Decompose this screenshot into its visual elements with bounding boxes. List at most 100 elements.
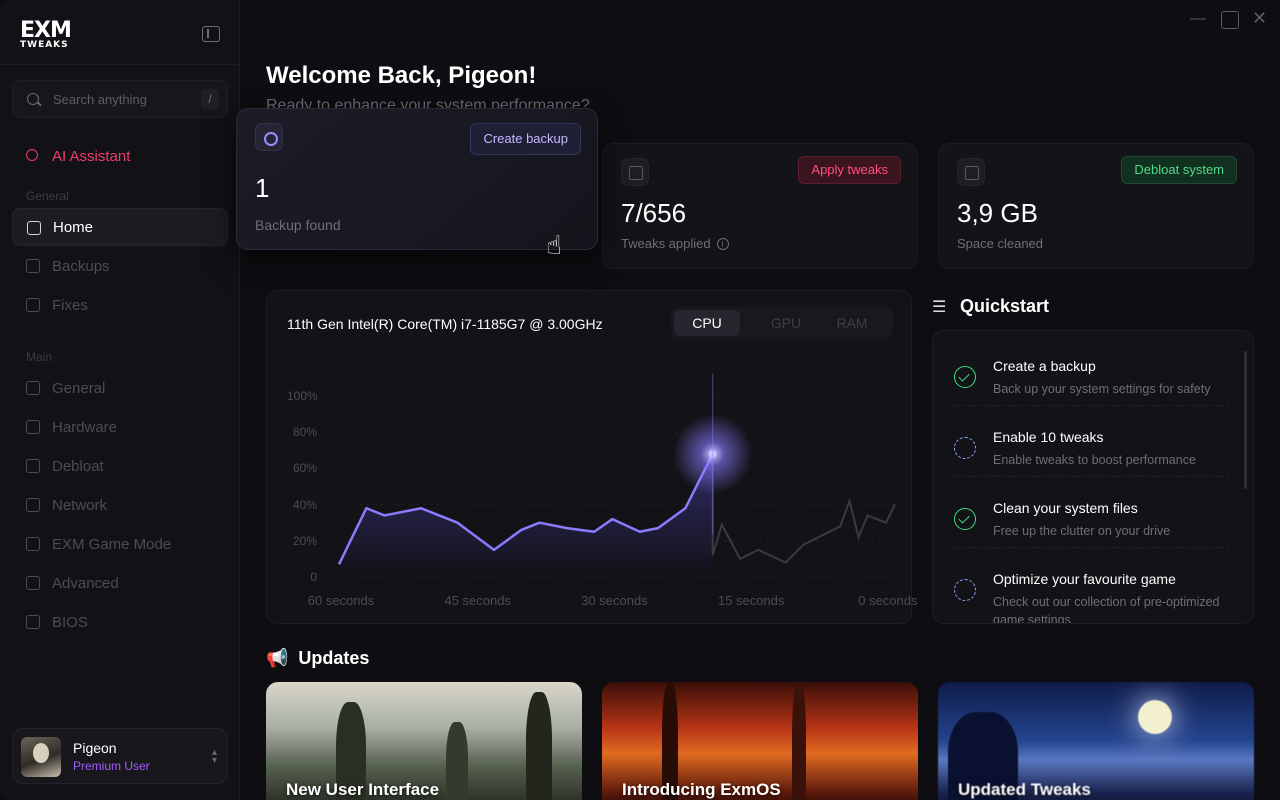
app-window: EXM TWEAKS Search anything / AI Assistan… bbox=[0, 0, 1280, 800]
close-icon[interactable]: ✕ bbox=[1252, 8, 1267, 29]
area-fill bbox=[339, 453, 713, 577]
update-card-title: Updated Tweaks bbox=[958, 780, 1091, 799]
backup-label: Backup found bbox=[255, 217, 341, 233]
user-role: Premium User bbox=[73, 759, 150, 773]
quickstart-list: Create a backup Back up your system sett… bbox=[932, 330, 1254, 624]
broom-icon bbox=[26, 459, 40, 473]
scrollbar[interactable] bbox=[1244, 351, 1247, 489]
updates-title: 📢 Updates bbox=[266, 648, 369, 669]
quickstart-item-title: Clean your system files bbox=[993, 500, 1138, 516]
check-done-icon bbox=[954, 366, 976, 388]
moon-image bbox=[1138, 700, 1172, 734]
backup-value: 1 bbox=[255, 173, 270, 203]
bios-icon bbox=[26, 615, 40, 629]
create-backup-button[interactable]: Create backup bbox=[470, 123, 581, 155]
check-pending-icon bbox=[954, 579, 976, 601]
divider bbox=[0, 64, 240, 65]
divider bbox=[953, 476, 1229, 477]
sidebar-item-game-mode[interactable]: EXM Game Mode bbox=[12, 525, 228, 563]
update-card-exmos[interactable]: Introducing ExmOS bbox=[602, 682, 918, 800]
page-title: Welcome Back, Pigeon! bbox=[266, 62, 537, 89]
chevron-updown-icon: ▴ ▾ bbox=[211, 747, 217, 766]
quickstart-item-clean[interactable]: Clean your system files Free up the clut… bbox=[933, 492, 1233, 562]
sidebar-item-advanced[interactable]: Advanced bbox=[12, 564, 228, 602]
wrench-icon bbox=[26, 298, 40, 312]
sidebar-item-bios[interactable]: BIOS bbox=[12, 603, 228, 641]
divider bbox=[953, 405, 1229, 406]
space-label: Space cleaned bbox=[957, 236, 1044, 251]
sidebar: EXM TWEAKS Search anything / AI Assistan… bbox=[0, 0, 240, 800]
sidebar-item-label: Backups bbox=[52, 257, 110, 275]
quickstart-item-title: Create a backup bbox=[993, 358, 1096, 374]
quickstart-item-desc: Check out our collection of pre-optimize… bbox=[993, 595, 1220, 624]
sidebar-item-hardware[interactable]: Hardware bbox=[12, 408, 228, 446]
broom-icon bbox=[957, 158, 985, 186]
grid-icon bbox=[621, 158, 649, 186]
sidebar-item-label: AI Assistant bbox=[52, 147, 131, 165]
minimize-icon[interactable]: — bbox=[1190, 10, 1206, 28]
sidebar-item-home[interactable]: Home bbox=[12, 208, 228, 246]
megaphone-icon: 📢 bbox=[266, 648, 289, 668]
power-icon bbox=[26, 259, 40, 273]
quickstart-item-game[interactable]: Optimize your favourite game Check out o… bbox=[933, 563, 1233, 624]
stat-card-tweaks: Apply tweaks 7/656 Tweaks applied i bbox=[602, 143, 918, 269]
logo-bottom: TWEAKS bbox=[20, 40, 69, 50]
quickstart-item-backup[interactable]: Create a backup Back up your system sett… bbox=[933, 350, 1233, 420]
rocket-icon bbox=[26, 576, 40, 590]
card-image bbox=[526, 692, 552, 800]
tweaks-value: 7/656 bbox=[621, 198, 687, 228]
tweaks-label: Tweaks applied i bbox=[621, 236, 729, 251]
sidebar-item-label: Advanced bbox=[52, 574, 119, 592]
card-image bbox=[446, 722, 468, 800]
sidebar-item-debloat[interactable]: Debloat bbox=[12, 447, 228, 485]
update-card-ui[interactable]: New User Interface bbox=[266, 682, 582, 800]
sidebar-item-label: Home bbox=[53, 218, 94, 236]
quickstart-title: ☰ Quickstart bbox=[932, 296, 1049, 317]
stat-card-backup: Create backup 1 Backup found bbox=[236, 108, 598, 250]
sidebar-item-backups[interactable]: Backups bbox=[12, 247, 228, 285]
section-label-main: Main bbox=[26, 350, 53, 364]
cpu-usage-chart: 11th Gen Intel(R) Core(TM) i7-1185G7 @ 3… bbox=[266, 290, 918, 624]
sparkle-icon bbox=[26, 149, 38, 161]
user-name: Pigeon bbox=[73, 740, 117, 756]
checklist-icon: ☰ bbox=[932, 299, 947, 316]
user-profile-button[interactable]: Pigeon Premium User ▴ ▾ bbox=[12, 728, 228, 784]
stat-card-space: Debloat system 3,9 GB Space cleaned bbox=[938, 143, 1254, 269]
logo-top: EXM bbox=[20, 18, 72, 43]
apply-tweaks-button[interactable]: Apply tweaks bbox=[798, 156, 901, 184]
sidebar-item-ai-assistant[interactable]: AI Assistant bbox=[12, 137, 228, 175]
search-icon bbox=[27, 93, 39, 105]
sidebar-item-label: Debloat bbox=[52, 457, 104, 475]
grid-icon bbox=[26, 381, 40, 395]
update-card-title: Introducing ExmOS bbox=[622, 780, 781, 799]
quickstart-item-title: Enable 10 tweaks bbox=[993, 429, 1104, 445]
divider bbox=[953, 547, 1229, 548]
line-chart bbox=[337, 373, 896, 578]
sidebar-toggle-icon[interactable] bbox=[202, 26, 220, 42]
sidebar-item-network[interactable]: Network bbox=[12, 486, 228, 524]
search-shortcut: / bbox=[201, 89, 219, 109]
search-placeholder: Search anything bbox=[53, 92, 147, 107]
avatar bbox=[21, 737, 61, 777]
tweaks-label-text: Tweaks applied bbox=[621, 236, 711, 251]
sidebar-item-label: BIOS bbox=[52, 613, 88, 631]
search-input[interactable]: Search anything / bbox=[12, 80, 228, 118]
network-icon bbox=[26, 498, 40, 512]
sidebar-item-general[interactable]: General bbox=[12, 369, 228, 407]
update-card-tweaks[interactable]: Updated Tweaks bbox=[938, 682, 1254, 800]
quickstart-item-tweaks[interactable]: Enable 10 tweaks Enable tweaks to boost … bbox=[933, 421, 1233, 491]
check-done-icon bbox=[954, 508, 976, 530]
chip-icon bbox=[26, 420, 40, 434]
power-icon bbox=[255, 123, 283, 151]
quickstart-item-desc: Enable tweaks to boost performance bbox=[993, 453, 1196, 467]
info-icon[interactable]: i bbox=[716, 238, 729, 250]
updates-title-text: Updates bbox=[298, 648, 370, 668]
sidebar-item-label: Hardware bbox=[52, 418, 118, 436]
sidebar-item-label: EXM Game Mode bbox=[52, 535, 172, 553]
sidebar-item-fixes[interactable]: Fixes bbox=[12, 286, 228, 324]
debloat-system-button[interactable]: Debloat system bbox=[1121, 156, 1237, 184]
space-value: 3,9 GB bbox=[957, 198, 1038, 228]
sidebar-item-label: Fixes bbox=[52, 296, 88, 314]
maximize-icon[interactable] bbox=[1221, 11, 1239, 29]
check-pending-icon bbox=[954, 437, 976, 459]
